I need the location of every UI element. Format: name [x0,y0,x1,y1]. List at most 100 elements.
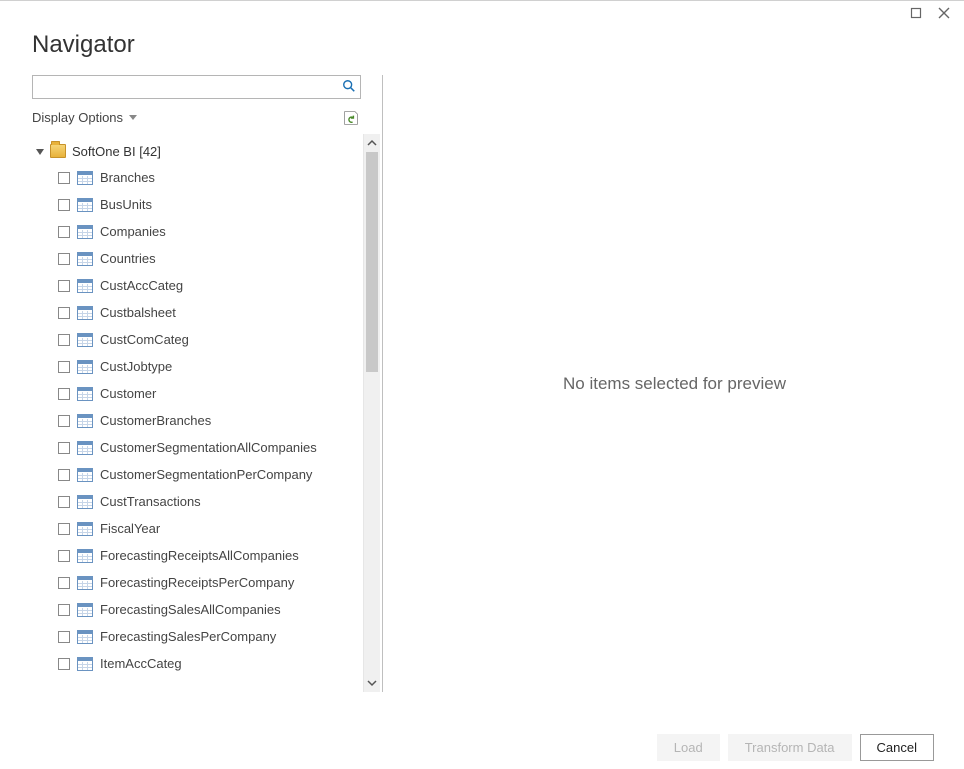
tree-item[interactable]: CustJobtype [32,353,342,380]
checkbox[interactable] [58,496,70,508]
table-icon [77,360,93,374]
close-button[interactable] [930,3,958,23]
chevron-down-icon [129,115,137,120]
dialog-header: Navigator [0,25,964,75]
dialog-footer: Load Transform Data Cancel [0,712,964,769]
tree-item[interactable]: CustomerSegmentationAllCompanies [32,434,342,461]
tree-root[interactable]: SoftOne BI [42] [32,138,342,164]
maximize-button[interactable] [902,3,930,23]
scrollbar-vertical[interactable] [363,134,380,692]
checkbox[interactable] [58,253,70,265]
checkbox[interactable] [58,334,70,346]
tree-item[interactable]: Companies [32,218,342,245]
dialog-title: Navigator [32,31,934,59]
checkbox[interactable] [58,550,70,562]
checkbox[interactable] [58,658,70,670]
scroll-thumb[interactable] [366,152,378,372]
tree-item-label: ForecastingSalesAllCompanies [100,602,281,617]
search-icon[interactable] [342,79,356,96]
scroll-up-button[interactable] [364,134,380,152]
root-label: SoftOne BI [42] [72,144,161,159]
tree-item[interactable]: Customer [32,380,342,407]
refresh-icon [343,110,359,126]
tree-item-label: Custbalsheet [100,305,176,320]
chevron-up-icon [367,138,377,148]
scroll-track[interactable] [364,152,380,674]
checkbox[interactable] [58,199,70,211]
search-input[interactable] [32,75,361,99]
navigator-dialog: Navigator Display Options [0,0,964,769]
preview-pane: No items selected for preview [385,75,964,692]
tree-item[interactable]: CustomerBranches [32,407,342,434]
checkbox[interactable] [58,280,70,292]
tree-item[interactable]: CustComCateg [32,326,342,353]
tree: SoftOne BI [42] BranchesBusUnits Companie… [32,134,342,692]
table-icon [77,333,93,347]
checkbox[interactable] [58,442,70,454]
table-icon [77,630,93,644]
refresh-button[interactable] [341,108,361,128]
tree-item[interactable]: ItemAccCateg [32,650,342,677]
tree-item[interactable]: Custbalsheet [32,299,342,326]
checkbox[interactable] [58,631,70,643]
table-icon [77,171,93,185]
tree-item-label: CustomerSegmentationPerCompany [100,467,312,482]
tree-item-label: Companies [100,224,166,239]
scroll-down-button[interactable] [364,674,380,692]
table-icon [77,468,93,482]
tree-item-label: ForecastingSalesPerCompany [100,629,276,644]
tree-item[interactable]: Countries [32,245,342,272]
tree-item[interactable]: ForecastingSalesAllCompanies [32,596,342,623]
close-icon [938,7,950,19]
checkbox[interactable] [58,469,70,481]
square-icon [910,7,922,19]
transform-data-button[interactable]: Transform Data [728,734,852,761]
tree-item[interactable]: BusUnits [32,191,342,218]
tree-item-label: CustomerSegmentationAllCompanies [100,440,317,455]
tree-item-label: Countries [100,251,156,266]
checkbox[interactable] [58,523,70,535]
tree-item[interactable]: ForecastingReceiptsPerCompany [32,569,342,596]
table-icon [77,603,93,617]
load-button[interactable]: Load [657,734,720,761]
table-icon [77,387,93,401]
tree-item-label: CustComCateg [100,332,189,347]
tree-item[interactable]: CustomerSegmentationPerCompany [32,461,342,488]
pane-divider [382,75,383,692]
checkbox[interactable] [58,604,70,616]
tree-item[interactable]: ForecastingSalesPerCompany [32,623,342,650]
titlebar [0,1,964,25]
table-icon [77,414,93,428]
tree-item[interactable]: Branches [32,164,342,191]
table-icon [77,441,93,455]
checkbox[interactable] [58,226,70,238]
table-icon [77,522,93,536]
table-icon [77,495,93,509]
table-icon [77,279,93,293]
tree-item[interactable]: FiscalYear [32,515,342,542]
tree-item-label: ForecastingReceiptsPerCompany [100,575,294,590]
preview-empty-message: No items selected for preview [563,374,786,394]
tree-item[interactable]: CustTransactions [32,488,342,515]
checkbox[interactable] [58,307,70,319]
table-icon [77,252,93,266]
tree-container: SoftOne BI [42] BranchesBusUnits Companie… [32,134,380,692]
table-icon [77,576,93,590]
table-icon [77,198,93,212]
display-options-dropdown[interactable]: Display Options [32,107,137,128]
tree-item-label: CustAccCateg [100,278,183,293]
checkbox[interactable] [58,415,70,427]
tree-item-label: CustJobtype [100,359,172,374]
checkbox[interactable] [58,388,70,400]
checkbox[interactable] [58,172,70,184]
tree-item-label: CustTransactions [100,494,201,509]
table-icon [77,549,93,563]
tree-item-label: CustomerBranches [100,413,211,428]
dialog-body: Display Options SoftOne BI [ [0,75,964,712]
cancel-button[interactable]: Cancel [860,734,934,761]
tree-item-label: ItemAccCateg [100,656,182,671]
checkbox[interactable] [58,361,70,373]
tree-item[interactable]: ForecastingReceiptsAllCompanies [32,542,342,569]
checkbox[interactable] [58,577,70,589]
tree-item[interactable]: CustAccCateg [32,272,342,299]
